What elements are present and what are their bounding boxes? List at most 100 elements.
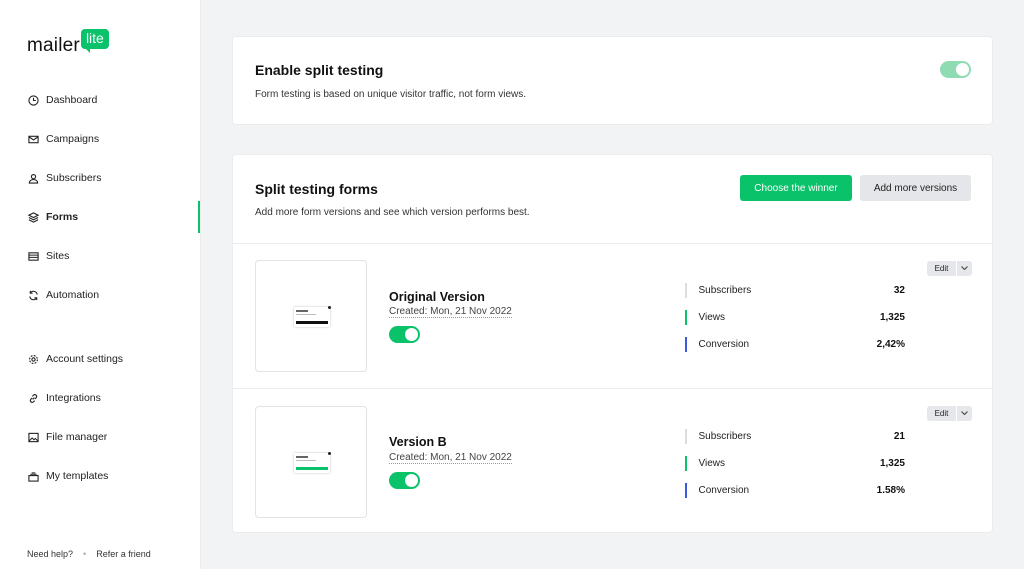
version-created: Created: Mon, 21 Nov 2022: [389, 306, 512, 318]
sidebar-item-label: Campaigns: [46, 133, 100, 145]
stat-value: 1,325: [879, 458, 905, 469]
preview-text: [296, 314, 316, 315]
sidebar-item-label: Automation: [46, 289, 100, 301]
sidebar-item-label: Account settings: [46, 353, 124, 365]
add-versions-button[interactable]: Add more versions: [860, 175, 971, 201]
stat-label: Subscribers: [698, 285, 752, 296]
stat-bar: [685, 310, 687, 325]
stat-subscribers: Subscribers 32: [685, 283, 905, 298]
help-link[interactable]: Need help?: [27, 549, 73, 559]
form-thumbnail[interactable]: [255, 406, 367, 518]
choose-winner-button[interactable]: Choose the winner: [740, 175, 852, 201]
stat-label: Conversion: [698, 485, 750, 496]
divider: [233, 243, 992, 244]
logo-word: mailer: [27, 35, 80, 56]
split-testing-card: Enable split testing Form testing is bas…: [232, 36, 993, 125]
form-preview: [294, 452, 331, 473]
edit-control: Edit: [927, 406, 972, 421]
toggle-knob: [405, 328, 418, 341]
preview-heading: [296, 456, 308, 458]
sidebar-item-integrations[interactable]: Integrations: [0, 382, 200, 414]
split-testing-title: Enable split testing: [255, 62, 384, 78]
sidebar-item-file-manager[interactable]: File manager: [0, 421, 200, 453]
toggle-knob: [405, 474, 418, 487]
link-icon: [27, 392, 39, 404]
stat-conversion: Conversion 2,42%: [685, 337, 905, 352]
user-icon: [27, 172, 39, 184]
stat-value: 21: [893, 431, 905, 442]
preview-close-dot: [328, 306, 331, 309]
logo-badge: lite: [80, 29, 109, 53]
stat-value: 2,42%: [876, 339, 905, 350]
sidebar-item-label: My templates: [46, 470, 109, 482]
stat-bar: [685, 429, 687, 444]
sidebar-item-account-settings[interactable]: Account settings: [0, 343, 200, 375]
form-preview: [294, 306, 331, 327]
form-thumbnail[interactable]: [255, 260, 367, 372]
layers-icon: [27, 211, 39, 223]
version-toggle[interactable]: [389, 472, 420, 489]
sidebar-item-label: Dashboard: [46, 94, 98, 106]
sidebar-item-my-templates[interactable]: My templates: [0, 460, 200, 492]
stat-subscribers: Subscribers 21: [685, 429, 905, 444]
stat-value: 1.58%: [876, 485, 905, 496]
version-name: Original Version: [389, 290, 485, 304]
sidebar-item-campaigns[interactable]: Campaigns: [0, 123, 200, 155]
split-testing-description: Form testing is based on unique visitor …: [255, 89, 527, 100]
stat-label: Conversion: [698, 339, 750, 350]
edit-button[interactable]: Edit: [927, 261, 956, 276]
version-created: Created: Mon, 21 Nov 2022: [389, 452, 512, 464]
preview-text: [296, 460, 316, 461]
stat-conversion: Conversion 1.58%: [685, 483, 905, 498]
stat-views: Views 1,325: [685, 310, 905, 325]
preview-button: [296, 321, 328, 324]
refresh-icon: [27, 289, 39, 301]
sidebar-item-forms[interactable]: Forms: [0, 201, 200, 233]
separator-dot: •: [83, 549, 87, 559]
stat-label: Views: [698, 458, 726, 469]
image-icon: [27, 431, 39, 443]
stat-views: Views 1,325: [685, 456, 905, 471]
mailerlite-logo[interactable]: mailer lite: [27, 29, 109, 57]
sidebar: mailer lite Dashboard Campaigns Subscrib…: [0, 0, 201, 569]
sidebar-item-label: Integrations: [46, 392, 101, 404]
sidebar-item-label: Forms: [46, 211, 79, 223]
edit-control: Edit: [927, 261, 972, 276]
stack-icon: [27, 470, 39, 482]
sidebar-item-label: File manager: [46, 431, 108, 443]
sidebar-item-sites[interactable]: Sites: [0, 240, 200, 272]
stat-value: 32: [893, 285, 905, 296]
stat-label: Views: [698, 312, 726, 323]
preview-heading: [296, 310, 308, 312]
sidebar-item-label: Subscribers: [46, 172, 102, 184]
stat-value: 1,325: [879, 312, 905, 323]
split-forms-card: Split testing forms Add more form versio…: [232, 154, 993, 533]
envelope-icon: [27, 133, 39, 145]
stat-bar: [685, 456, 687, 471]
split-testing-toggle[interactable]: [940, 61, 971, 78]
preview-close-dot: [328, 452, 331, 455]
sidebar-item-automation[interactable]: Automation: [0, 279, 200, 311]
stat-bar: [685, 483, 687, 498]
preview-button: [296, 467, 328, 470]
sidebar-item-label: Sites: [46, 250, 70, 262]
toggle-knob: [956, 63, 969, 76]
chevron-down-icon[interactable]: [957, 406, 972, 421]
edit-button[interactable]: Edit: [927, 406, 956, 421]
divider: [233, 388, 992, 389]
split-forms-description: Add more form versions and see which ver…: [255, 207, 530, 218]
chevron-down-icon[interactable]: [957, 261, 972, 276]
stat-label: Subscribers: [698, 431, 752, 442]
browser-icon: [27, 250, 39, 262]
version-toggle[interactable]: [389, 326, 420, 343]
stat-bar: [685, 337, 687, 352]
clock-icon: [27, 94, 39, 106]
created-date: Created: Mon, 21 Nov 2022: [389, 452, 512, 464]
sidebar-item-subscribers[interactable]: Subscribers: [0, 162, 200, 194]
stat-bar: [685, 283, 687, 298]
split-forms-title: Split testing forms: [255, 181, 378, 197]
sidebar-footer: Need help? • Refer a friend: [27, 549, 151, 559]
version-name: Version B: [389, 435, 447, 449]
refer-link[interactable]: Refer a friend: [96, 549, 151, 559]
sidebar-item-dashboard[interactable]: Dashboard: [0, 84, 200, 116]
